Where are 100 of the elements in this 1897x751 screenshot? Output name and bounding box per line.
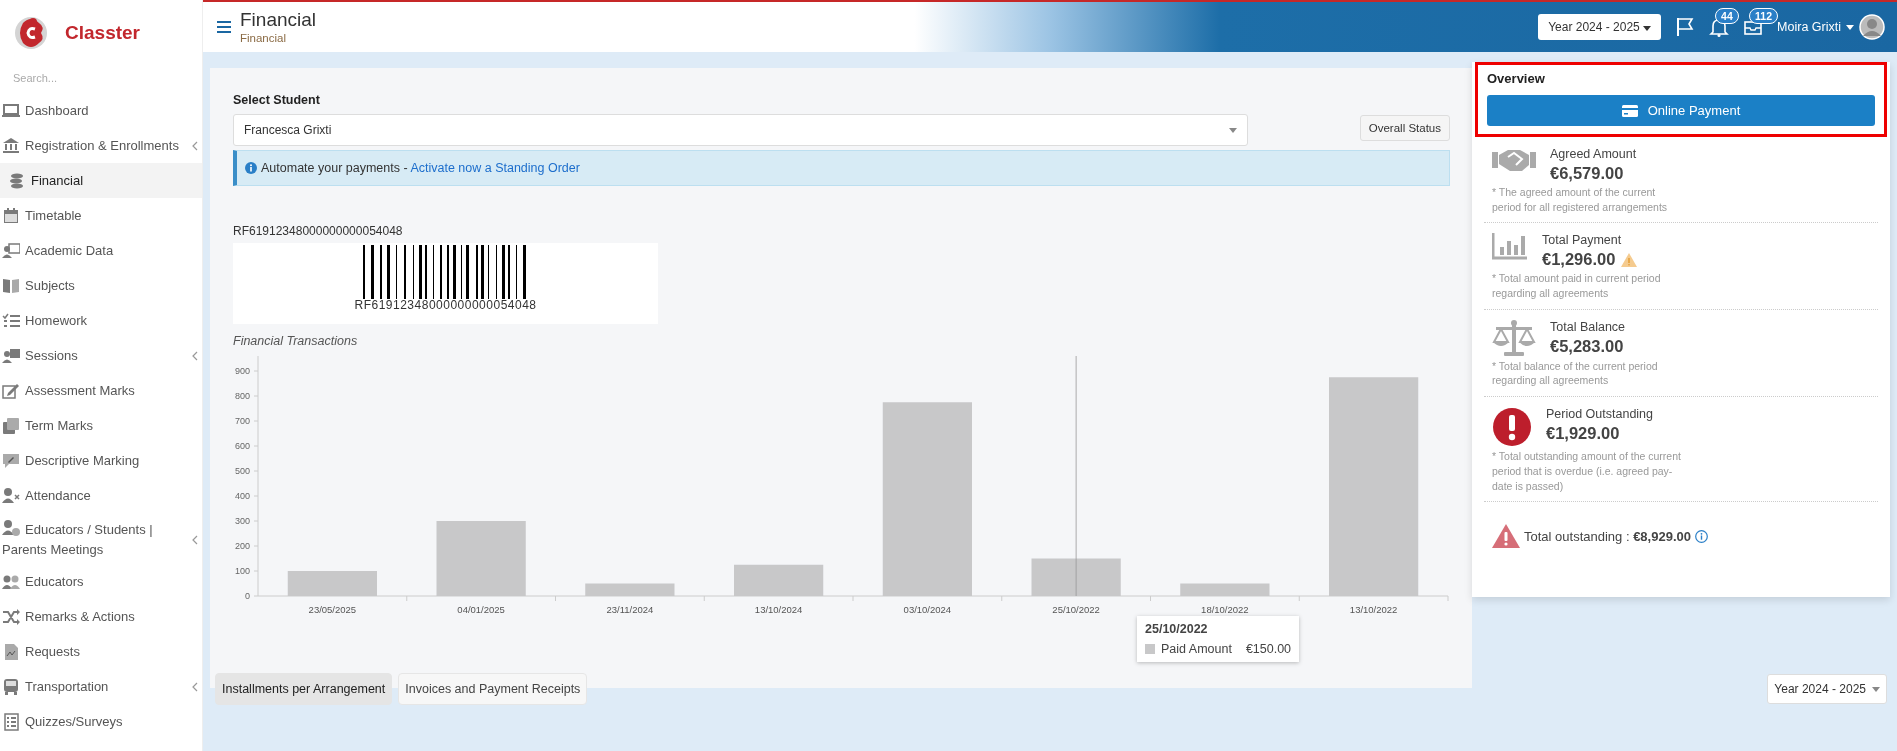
presenter-icon [2, 241, 20, 260]
notification-badge: 44 [1715, 8, 1739, 24]
stat-note: * Total amount paid in current period regarding all agreements [1492, 271, 1662, 301]
laptop-icon [2, 101, 20, 120]
message-badge: 112 [1749, 8, 1779, 24]
caret-icon [1846, 24, 1854, 30]
document-icon [2, 642, 20, 661]
y-tick-label: 200 [234, 541, 250, 551]
bar[interactable] [585, 583, 675, 596]
x-tick-label: 23/11/2024 [606, 604, 654, 615]
bus-icon [2, 677, 20, 696]
bar-chart-icon [1492, 233, 1528, 261]
calendar-icon [2, 206, 20, 225]
caret-icon [1643, 26, 1652, 31]
reference-number: RF61912348000000000054048 [233, 224, 403, 238]
sidebar-item[interactable]: Educators / Students | Parents Meetings [0, 513, 202, 564]
edit-icon [2, 381, 20, 400]
bar[interactable] [734, 564, 824, 596]
y-tick-label: 600 [234, 441, 250, 451]
sidebar-item[interactable]: Quizzes/Surveys [0, 704, 202, 739]
sidebar-item[interactable]: Attendance [0, 478, 202, 513]
chart-tooltip: 25/10/2022 Paid Amount €150.00 [1137, 616, 1300, 662]
avatar-icon[interactable] [1859, 14, 1885, 40]
sidebar-item[interactable]: Timetable [0, 198, 202, 233]
y-tick-label: 300 [234, 516, 250, 526]
sidebar-item[interactable]: Term Marks [0, 408, 202, 443]
user-clock-icon [2, 519, 20, 537]
legend-label: Paid Amount [1161, 642, 1232, 656]
stat-amount: €1,296.00 [1542, 250, 1616, 270]
scale-icon [1492, 319, 1536, 357]
overall-status-button[interactable]: Overall Status [1359, 115, 1450, 141]
comment-icon [2, 451, 20, 470]
y-tick-label: 800 [234, 391, 250, 401]
x-tick-label: 04/01/2025 [457, 604, 505, 615]
bar[interactable] [436, 521, 526, 596]
stat-amount: €6,579.00 [1550, 164, 1624, 183]
stat-label: Total Payment [1542, 233, 1623, 248]
handshake-icon [1492, 147, 1536, 173]
x-tick-label: 03/10/2024 [903, 604, 952, 615]
standing-order-link[interactable]: Activate now a Standing Order [410, 161, 580, 175]
sidebar-item[interactable]: Transportation [0, 669, 202, 704]
stat-label: Agreed Amount [1550, 147, 1637, 161]
sidebar-item[interactable]: Registration & Enrollments [0, 128, 202, 163]
bar[interactable] [882, 402, 972, 596]
logo-text: Classter [65, 22, 140, 44]
bar[interactable] [287, 571, 377, 596]
y-tick-label: 500 [234, 466, 250, 476]
online-payment-button[interactable]: Online Payment [1487, 95, 1875, 126]
caret-icon [1872, 686, 1880, 692]
chart-title: Financial Transactions [233, 334, 358, 348]
page-title: Financial [240, 8, 317, 32]
sidebar-item[interactable]: Sessions [0, 338, 202, 373]
list-icon [2, 712, 20, 731]
warning-icon [1492, 524, 1520, 549]
bar[interactable] [1180, 583, 1270, 596]
sidebar-item[interactable]: Subjects [0, 268, 202, 303]
sidebar-item[interactable]: Dashboard [0, 93, 202, 128]
tab[interactable]: Installments per Arrangement [215, 673, 393, 705]
user-name[interactable]: Moira Grixti [1777, 20, 1841, 34]
sidebar-item[interactable]: Requests [0, 634, 202, 669]
sidebar-item[interactable]: Remarks & Actions [0, 599, 202, 634]
panel-title: Overview [1487, 71, 1545, 86]
shuffle-icon [2, 607, 20, 626]
stat-label: Total Balance [1550, 319, 1626, 334]
menu-icon[interactable] [217, 21, 231, 33]
year-dropdown[interactable]: Year 2024 - 2025 [1767, 674, 1887, 704]
tab[interactable]: Invoices and Payment Receipts [398, 673, 588, 705]
y-tick-label: 400 [234, 491, 250, 501]
user-icon [2, 486, 20, 505]
total-outstanding: Total outstanding : €8,929.00 [1524, 528, 1691, 544]
book-icon [2, 276, 20, 295]
stat-note: * The agreed amount of the current period for all registered arrangements [1492, 185, 1669, 215]
stat-note: * Total balance of the current period regarding all agreements [1492, 358, 1659, 389]
sidebar-item[interactable]: Descriptive Marking [0, 443, 202, 478]
bank-icon [2, 136, 20, 155]
flag-icon[interactable] [1675, 17, 1696, 37]
y-tick-label: 100 [234, 566, 250, 576]
sidebar-item[interactable]: Educators [0, 564, 202, 599]
sidebar-item[interactable]: Homework [0, 303, 202, 338]
screen-icon [2, 346, 20, 365]
field-label: Select Student [233, 93, 321, 107]
student-select[interactable]: Francesca Grixti [233, 114, 1248, 146]
x-tick-label: 13/10/2024 [754, 604, 803, 615]
x-tick-label: 25/10/2022 [1052, 604, 1100, 615]
sidebar-item[interactable]: Academic Data [0, 233, 202, 268]
legend-swatch-icon [1145, 644, 1155, 654]
bar[interactable] [1329, 377, 1419, 596]
breadcrumb: Financial [240, 31, 288, 46]
alert-text: Automate your payments - Activate now a Standing Order [261, 161, 580, 175]
x-tick-label: 18/10/2022 [1201, 604, 1249, 615]
sidebar-item[interactable]: Financial [0, 163, 202, 198]
x-tick-label: 13/10/2022 [1349, 604, 1398, 615]
year-dropdown[interactable]: Year 2024 - 2025 [1538, 14, 1662, 40]
alert-icon [1492, 407, 1532, 448]
bar[interactable] [1031, 558, 1121, 596]
coins-icon [8, 171, 26, 190]
sidebar-item[interactable]: Assessment Marks [0, 373, 202, 408]
notebook-icon [2, 416, 20, 435]
x-tick-label: 23/05/2025 [308, 604, 357, 615]
info-icon [245, 162, 257, 174]
